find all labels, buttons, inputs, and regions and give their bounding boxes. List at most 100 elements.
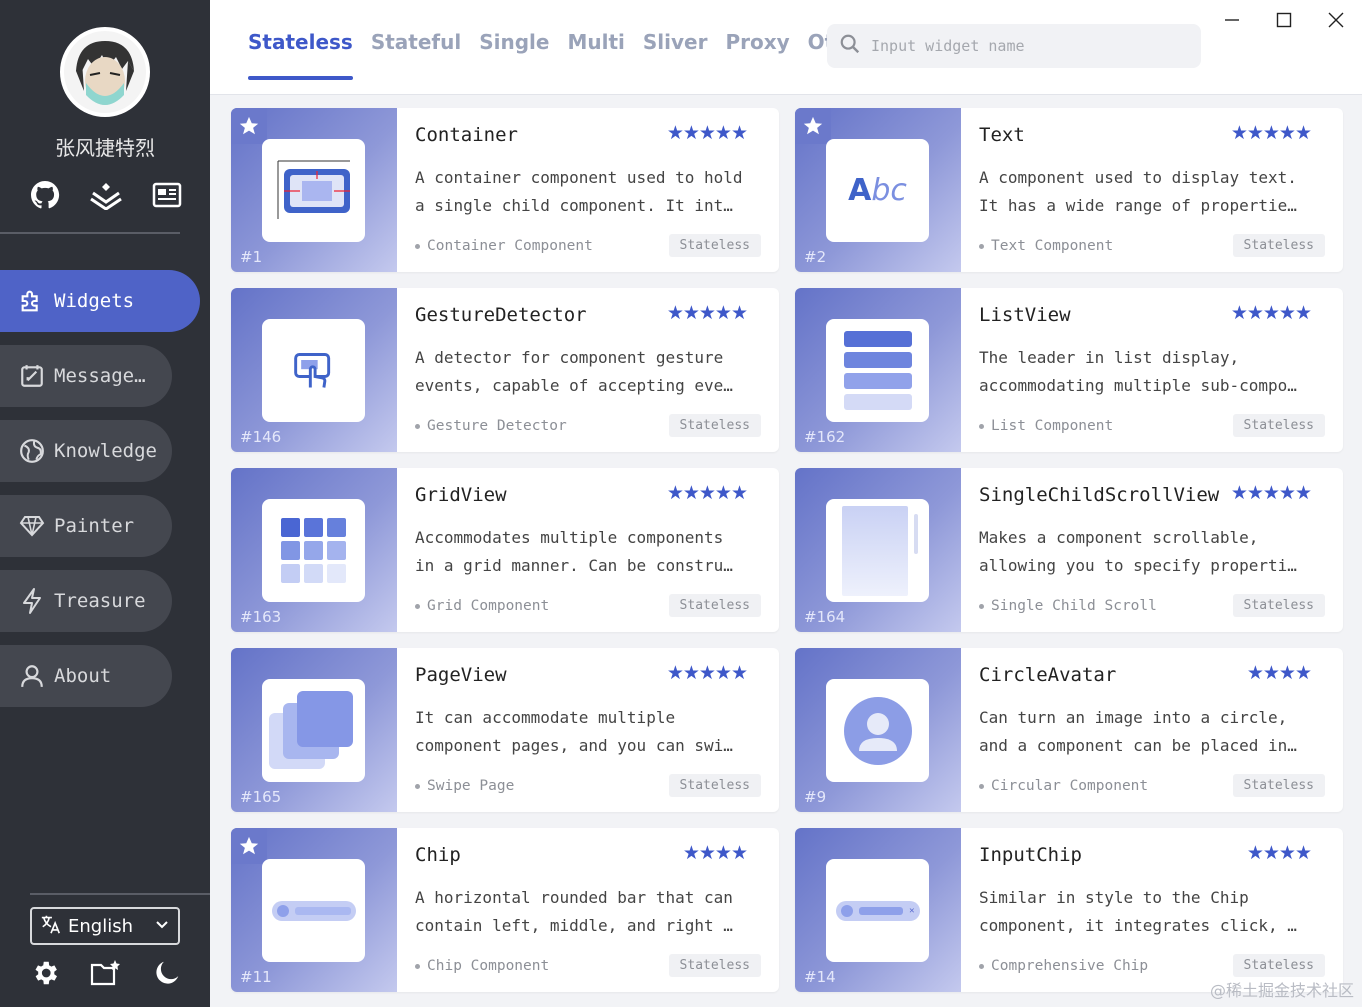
widget-id: #146 — [240, 428, 282, 446]
text-preview-icon: Abc — [826, 139, 929, 242]
nav-item-about[interactable]: About — [0, 645, 172, 707]
nav-item-treasure[interactable]: Treasure — [0, 570, 172, 632]
widget-tag-text: Grid Component — [427, 598, 550, 614]
category-badge: Stateless — [668, 954, 761, 977]
sidebar: 张风捷特烈 Widgets Message… Knowledge Painter… — [0, 0, 210, 1007]
username: 张风捷特烈 — [55, 136, 155, 160]
widget-thumbnail: #1 — [231, 108, 397, 272]
widget-tag-text: Swipe Page — [427, 778, 515, 794]
nav-label: Widgets — [54, 290, 135, 312]
rating-stars: ★★★★ — [1246, 842, 1312, 864]
sidebar-divider-bottom — [30, 893, 210, 895]
widget-tag: Text Component — [979, 238, 1113, 254]
category-badge: Stateless — [1232, 594, 1325, 617]
description-line: A container component used to hold — [415, 168, 743, 187]
dot-icon — [979, 603, 984, 609]
category-badge: Stateless — [668, 234, 761, 257]
description-line: accommodating multiple sub-compo… — [979, 376, 1297, 395]
dot-icon — [415, 423, 420, 429]
category-badge: Stateless — [668, 414, 761, 437]
article-icon[interactable] — [150, 178, 184, 212]
widget-id: #164 — [804, 608, 846, 626]
minimize-icon[interactable] — [1206, 0, 1258, 40]
widget-card[interactable]: #163 GridView ★★★★★ Accommodates multipl… — [231, 468, 779, 632]
nav-item-widgets[interactable]: Widgets — [0, 270, 200, 332]
widget-tag-text: Comprehensive Chip — [991, 958, 1149, 974]
widget-tag: List Component — [979, 418, 1113, 434]
nav-item-message[interactable]: Message… — [0, 345, 172, 407]
tab-stateful[interactable]: Stateful — [371, 30, 461, 54]
moon-icon[interactable] — [150, 956, 184, 990]
widget-id: #162 — [804, 428, 846, 446]
close-icon[interactable] — [1310, 0, 1362, 40]
tab-stateless[interactable]: Stateless — [248, 30, 353, 80]
widget-thumbnail: #165 — [231, 648, 397, 812]
widget-card[interactable]: #164 SingleChildScrollView ★★★★★ Makes a… — [795, 468, 1343, 632]
nav-item-knowledge[interactable]: Knowledge — [0, 420, 172, 482]
widget-description: Similar in style to the Chip component, … — [979, 884, 1329, 940]
description-line: component, it integrates click, … — [979, 916, 1297, 935]
widget-thumbnail: ✕ #14 — [795, 828, 961, 992]
widget-title: Chip — [415, 844, 461, 866]
description-line: events, capable of accepting eve… — [415, 376, 733, 395]
search-input[interactable] — [871, 37, 1171, 55]
gesture-preview-icon — [262, 319, 365, 422]
puzzle-icon — [18, 287, 46, 315]
widget-description: A container component used to hold a sin… — [415, 164, 765, 220]
widget-id: #163 — [240, 608, 282, 626]
widget-title: GestureDetector — [415, 304, 587, 326]
tab-multi[interactable]: Multi — [567, 30, 624, 54]
scroll-preview-icon — [826, 499, 929, 602]
tab-sliver[interactable]: Sliver — [643, 30, 708, 54]
star-icon[interactable] — [231, 828, 267, 864]
github-icon[interactable] — [28, 178, 62, 212]
widget-title: SingleChildScrollView — [979, 484, 1220, 506]
gear-icon[interactable] — [28, 956, 62, 990]
widget-grid: #1 Container ★★★★★ A container component… — [231, 108, 1343, 992]
widget-tag-text: Gesture Detector — [427, 418, 567, 434]
tab-single[interactable]: Single — [479, 30, 549, 54]
widget-description: The leader in list display, accommodatin… — [979, 344, 1329, 400]
description-line: component pages, and you can swi… — [415, 736, 733, 755]
widget-description: It can accommodate multiple component pa… — [415, 704, 765, 760]
folder-star-icon[interactable] — [89, 956, 123, 990]
widget-tag: Container Component — [415, 238, 593, 254]
widget-id: #9 — [804, 788, 827, 806]
header: Stateless Stateful Single Multi Sliver P… — [210, 0, 1362, 95]
widget-description: Accommodates multiple components in a gr… — [415, 524, 765, 580]
widget-id: #14 — [804, 968, 836, 986]
widget-card[interactable]: #9 CircleAvatar ★★★★ Can turn an image i… — [795, 648, 1343, 812]
widget-tag-text: Container Component — [427, 238, 593, 254]
widget-card[interactable]: Abc #2 Text ★★★★★ A component used to di… — [795, 108, 1343, 272]
tab-proxy[interactable]: Proxy — [725, 30, 789, 54]
widget-tag: Single Child Scroll — [979, 598, 1157, 614]
nav-item-painter[interactable]: Painter — [0, 495, 172, 557]
star-icon[interactable] — [795, 108, 831, 144]
language-select[interactable]: English — [30, 907, 180, 945]
description-line: contain left, middle, and right … — [415, 916, 733, 935]
globe-icon — [18, 437, 46, 465]
avatar[interactable] — [60, 27, 150, 117]
widget-card[interactable]: #165 PageView ★★★★★ It can accommodate m… — [231, 648, 779, 812]
description-line: a single child component. It int… — [415, 196, 733, 215]
widget-tag-text: List Component — [991, 418, 1114, 434]
widget-card[interactable]: #1 Container ★★★★★ A container component… — [231, 108, 779, 272]
widget-card[interactable]: ✕ #14 InputChip ★★★★ Similar in style to… — [795, 828, 1343, 992]
maximize-icon[interactable] — [1258, 0, 1310, 40]
dot-icon — [979, 423, 984, 429]
widget-thumbnail: #164 — [795, 468, 961, 632]
widget-title: Text — [979, 124, 1025, 146]
widget-info: SingleChildScrollView ★★★★★ Makes a comp… — [961, 468, 1343, 632]
star-icon[interactable] — [231, 108, 267, 144]
avatar-preview-icon — [826, 679, 929, 782]
widget-thumbnail: #9 — [795, 648, 961, 812]
widget-card[interactable]: #146 GestureDetector ★★★★★ A detector fo… — [231, 288, 779, 452]
dot-icon — [415, 783, 420, 789]
juejin-icon[interactable] — [89, 178, 123, 212]
dot-icon — [415, 963, 420, 969]
widget-description: A detector for component gesture events,… — [415, 344, 765, 400]
rating-stars: ★★★★★ — [1230, 302, 1312, 324]
rating-stars: ★★★★★ — [1230, 122, 1312, 144]
widget-card[interactable]: #162 ListView ★★★★★ The leader in list d… — [795, 288, 1343, 452]
widget-card[interactable]: #11 Chip ★★★★ A horizontal rounded bar t… — [231, 828, 779, 992]
